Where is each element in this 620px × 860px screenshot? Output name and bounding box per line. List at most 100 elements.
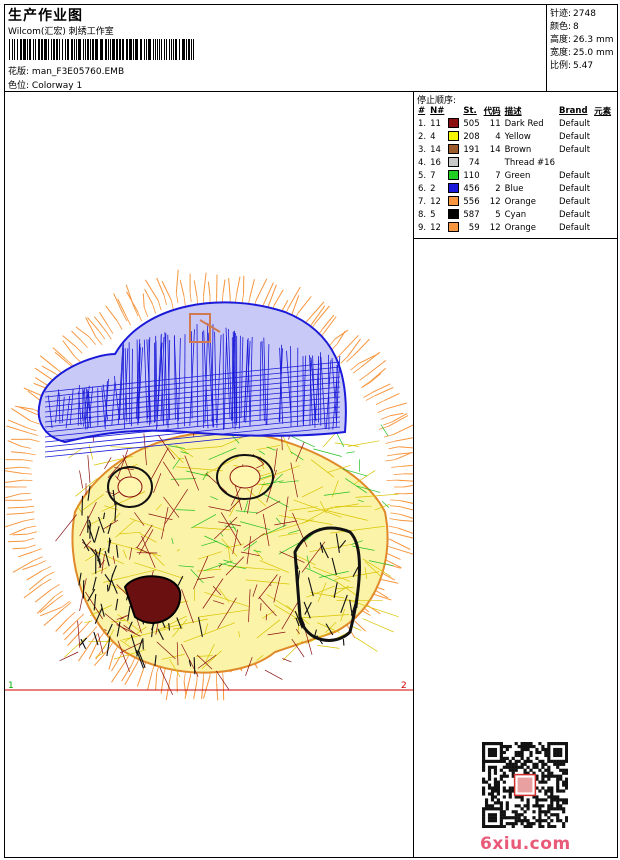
- row-needle: 12: [430, 222, 441, 233]
- row-code: 4: [495, 131, 501, 142]
- color-swatch: [448, 144, 460, 155]
- software-subtitle: Wilcom(汇宏) 刺绣工作室: [8, 27, 114, 37]
- page-title: 生产作业图: [8, 8, 83, 24]
- colorway-label: 色位:: [8, 81, 30, 91]
- table-row: 6. 2 456 2 Blue Default: [416, 182, 613, 195]
- row-description: Orange: [504, 222, 537, 233]
- colorway-value: Colorway 1: [31, 81, 83, 91]
- row-index: 9.: [418, 222, 427, 233]
- row-brand: Default: [559, 183, 591, 194]
- row-code: 5: [495, 209, 501, 220]
- table-header-row: # N# St. 代码 描述 Brand 元素: [416, 105, 613, 117]
- design-file-row: 花版: man_F3E05760.EMB: [8, 64, 124, 77]
- row-index: 8.: [418, 209, 427, 220]
- row-stitches: 59: [468, 222, 480, 233]
- color-swatch: [448, 118, 460, 129]
- row-element: [592, 130, 613, 143]
- row-needle: 7: [430, 170, 436, 181]
- row-description: Brown: [504, 144, 532, 155]
- row-description: Dark Red: [504, 118, 544, 129]
- col-code: 代码: [483, 107, 501, 117]
- stat-stitches: 针迹: 2748: [550, 9, 596, 19]
- row-needle: 5: [430, 209, 436, 220]
- row-element: [592, 182, 613, 195]
- row-stitches: 587: [463, 209, 480, 220]
- header-info: 生产作业图 Wilcom(汇宏) 刺绣工作室 花版: man_F3E05760.…: [5, 5, 546, 91]
- stat-height: 高度: 26.3 mm: [550, 35, 614, 45]
- row-brand: Default: [559, 196, 591, 207]
- row-element: [592, 117, 613, 130]
- row-swatch: [446, 221, 461, 234]
- row-element: [592, 156, 613, 169]
- col-brand: Brand: [559, 106, 588, 116]
- col-description: 描述: [504, 107, 522, 117]
- colorway-row: 色位: Colorway 1: [8, 78, 82, 91]
- row-index: 2.: [418, 131, 427, 142]
- row-description: Yellow: [504, 131, 531, 142]
- row-stitches: 505: [463, 118, 480, 129]
- table-row: 2. 4 208 4 Yellow Default: [416, 130, 613, 143]
- stat-scale: 比例: 5.47: [550, 61, 594, 71]
- row-brand: Default: [559, 118, 591, 129]
- marker-right: 2: [401, 681, 407, 691]
- row-index: 4.: [418, 157, 427, 168]
- design-stats: 针迹: 2748 颜色: 8 高度: 26.3 mm 宽度: 25.0 mm 比例: 5.…: [546, 5, 618, 91]
- row-brand: [557, 156, 592, 169]
- row-description: Cyan: [504, 209, 527, 220]
- row-needle: 16: [430, 157, 441, 168]
- row-stitches: 74: [468, 157, 480, 168]
- row-needle: 12: [430, 196, 441, 207]
- row-brand: Default: [559, 209, 591, 220]
- row-swatch: [446, 195, 461, 208]
- row-index: 6.: [418, 183, 427, 194]
- row-description: Thread #16: [504, 157, 555, 168]
- row-stitches: 208: [463, 131, 480, 142]
- row-stitches: 191: [463, 144, 480, 155]
- stop-sequence-rows: 1. 11 505 11 Dark Red Default 2. 4 208 4 Yellow Def…: [416, 117, 613, 234]
- col-element: 元素: [594, 107, 612, 117]
- row-code: 7: [495, 170, 501, 181]
- row-element: [592, 208, 613, 221]
- stat-colors: 颜色: 8: [550, 22, 579, 32]
- row-code: 2: [495, 183, 501, 194]
- col-index: #: [418, 106, 426, 116]
- stop-sequence-table: # N# St. 代码 描述 Brand 元素 1. 11 505 11 Dark Re…: [416, 105, 613, 234]
- row-description: Blue: [504, 183, 524, 194]
- qr-code-image: [482, 742, 568, 828]
- row-needle: 11: [430, 118, 441, 129]
- row-code: 14: [489, 144, 501, 155]
- table-row: 3. 14 191 14 Brown Default: [416, 143, 613, 156]
- row-index: 1.: [418, 118, 427, 129]
- col-needle: N#: [430, 106, 445, 116]
- table-divider: [414, 238, 617, 239]
- row-index: 7.: [418, 196, 427, 207]
- row-brand: Default: [559, 144, 591, 155]
- table-row: 1. 11 505 11 Dark Red Default: [416, 117, 613, 130]
- embroidery-drawing: [5, 269, 413, 701]
- row-index: 3.: [418, 144, 427, 155]
- stop-sequence-panel: 停止顺序: # N# St. 代码 描述 Brand 元素 1. 11 505 11 D…: [414, 92, 617, 858]
- row-code: 11: [489, 118, 501, 129]
- design-file-name: man_F3E05760.EMB: [31, 67, 125, 77]
- production-worksheet: 生产作业图 Wilcom(汇宏) 刺绣工作室 花版: man_F3E05760.…: [4, 4, 618, 858]
- row-code: 12: [489, 222, 501, 233]
- col-stitches: St.: [463, 106, 477, 116]
- table-row: 4. 16 74 Thread #16: [416, 156, 613, 169]
- row-stitches: 110: [463, 170, 480, 181]
- color-swatch: [448, 183, 460, 194]
- marker-left: 1: [8, 681, 14, 691]
- row-needle: 14: [430, 144, 441, 155]
- color-swatch: [448, 196, 460, 207]
- design-label: 花版:: [8, 67, 30, 77]
- row-code: 12: [489, 196, 501, 207]
- row-swatch: [446, 156, 461, 169]
- table-row: 5. 7 110 7 Green Default: [416, 169, 613, 182]
- row-needle: 2: [430, 183, 436, 194]
- row-swatch: [446, 130, 461, 143]
- row-brand: Default: [559, 170, 591, 181]
- color-swatch: [448, 209, 460, 220]
- row-brand: Default: [559, 222, 591, 233]
- row-stitches: 556: [463, 196, 480, 207]
- stat-width: 宽度: 25.0 mm: [550, 48, 614, 58]
- color-swatch: [448, 157, 460, 168]
